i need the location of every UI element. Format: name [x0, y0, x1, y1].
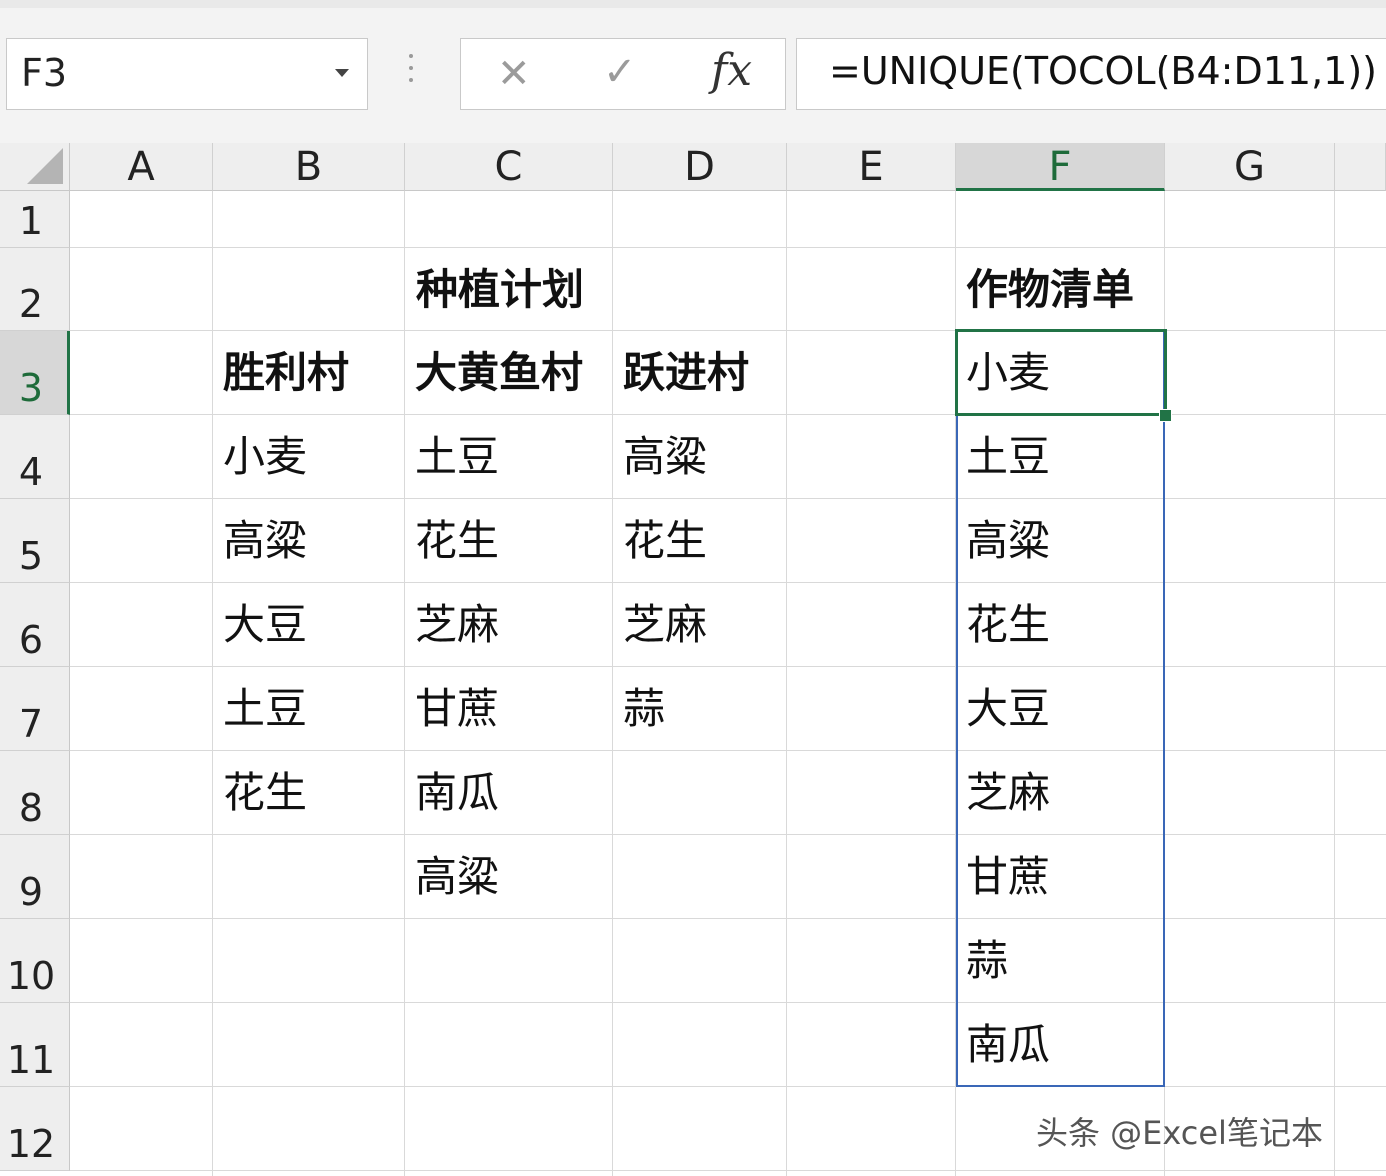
row-number: 2 — [18, 282, 44, 326]
row-header-4[interactable]: 4 — [0, 415, 70, 499]
cell-d7[interactable]: 蒜 — [623, 667, 665, 751]
column-header-a[interactable]: A — [70, 143, 213, 191]
cell-d4[interactable]: 高粱 — [623, 415, 707, 499]
cell-b8[interactable]: 花生 — [223, 751, 307, 835]
row-number: 4 — [18, 450, 44, 494]
column-header-f[interactable]: F — [956, 143, 1165, 191]
cell-b7[interactable]: 土豆 — [223, 667, 307, 751]
column-header-filler — [1335, 143, 1386, 191]
cell-b4[interactable]: 小麦 — [223, 415, 307, 499]
row-number: 3 — [18, 366, 44, 410]
spreadsheet-grid: A B C D E F G 1 2 3 4 5 6 7 8 9 10 11 12 种植计划 胜利村 大黄鱼村 跃进村 小麦 高粱… — [0, 143, 1386, 1176]
row-number: 1 — [18, 199, 44, 243]
column-header-c[interactable]: C — [405, 143, 613, 191]
row-number: 8 — [18, 786, 44, 830]
cell-list-title[interactable]: 作物清单 — [966, 248, 1134, 331]
row-header-6[interactable]: 6 — [0, 583, 70, 667]
cell-c4[interactable]: 土豆 — [415, 415, 499, 499]
spill-range-border — [956, 330, 1165, 1087]
gridline-vertical — [786, 191, 787, 1176]
column-header-g[interactable]: G — [1165, 143, 1335, 191]
gridline-vertical — [212, 191, 213, 1176]
watermark: 头条 @Excel笔记本 — [1036, 1114, 1323, 1152]
dropdown-arrow-icon[interactable] — [335, 69, 349, 77]
gridline-vertical — [1334, 191, 1335, 1176]
row-header-10[interactable]: 10 — [0, 919, 70, 1003]
gridline-vertical — [404, 191, 405, 1176]
cell-c7[interactable]: 甘蔗 — [415, 667, 499, 751]
cell-header-c[interactable]: 大黄鱼村 — [415, 331, 583, 415]
formula-area: F3 ✕ ✓ fx =UNIQUE(TOCOL(B4:D11,1)) — [0, 8, 1386, 143]
cell-header-d[interactable]: 跃进村 — [623, 331, 749, 415]
row-header-3[interactable]: 3 — [0, 331, 70, 415]
select-all-corner[interactable] — [0, 143, 70, 191]
gridline-horizontal — [70, 918, 1386, 919]
formula-buttons: ✕ ✓ fx — [460, 38, 786, 110]
row-number: 5 — [18, 534, 44, 578]
cell-plan-title[interactable]: 种植计划 — [213, 248, 787, 331]
row-header-9[interactable]: 9 — [0, 835, 70, 919]
name-box[interactable]: F3 — [6, 38, 368, 110]
row-header-5[interactable]: 5 — [0, 499, 70, 583]
row-header-8[interactable]: 8 — [0, 751, 70, 835]
active-cell-border — [955, 329, 1167, 416]
row-header-7[interactable]: 7 — [0, 667, 70, 751]
fill-handle[interactable] — [1159, 409, 1172, 422]
name-box-value: F3 — [21, 51, 68, 95]
resize-handle-icon[interactable] — [404, 54, 418, 94]
row-number: 7 — [18, 702, 44, 746]
row-number: 11 — [6, 1038, 56, 1082]
gridline-horizontal — [70, 1086, 1386, 1087]
row-number: 6 — [18, 618, 44, 662]
gridline-horizontal — [70, 1170, 1386, 1171]
cell-c8[interactable]: 南瓜 — [415, 751, 499, 835]
row-number: 9 — [18, 870, 44, 914]
formula-text: =UNIQUE(TOCOL(B4:D11,1)) — [829, 49, 1377, 93]
column-header-b[interactable]: B — [213, 143, 405, 191]
cell-d5[interactable]: 花生 — [623, 499, 707, 583]
cell-header-b[interactable]: 胜利村 — [223, 331, 349, 415]
row-header-1[interactable]: 1 — [0, 191, 70, 248]
cancel-icon[interactable]: ✕ — [497, 51, 531, 97]
column-header-d[interactable]: D — [613, 143, 787, 191]
cell-b5[interactable]: 高粱 — [223, 499, 307, 583]
row-number: 10 — [6, 954, 56, 998]
cell-d6[interactable]: 芝麻 — [623, 583, 707, 667]
enter-icon[interactable]: ✓ — [603, 49, 637, 95]
gridline-horizontal — [70, 1002, 1386, 1003]
column-header-e[interactable]: E — [787, 143, 956, 191]
row-header-11[interactable]: 11 — [0, 1003, 70, 1087]
cell-c5[interactable]: 花生 — [415, 499, 499, 583]
row-number: 12 — [6, 1122, 56, 1166]
cell-c9[interactable]: 高粱 — [415, 835, 499, 919]
fx-icon[interactable]: fx — [711, 45, 752, 96]
formula-input[interactable]: =UNIQUE(TOCOL(B4:D11,1)) — [796, 38, 1386, 110]
row-header-2[interactable]: 2 — [0, 248, 70, 331]
window-top-band — [0, 0, 1386, 8]
gridline-vertical — [612, 191, 613, 1176]
row-header-12[interactable]: 12 — [0, 1087, 70, 1171]
cell-c6[interactable]: 芝麻 — [415, 583, 499, 667]
cell-b6[interactable]: 大豆 — [223, 583, 307, 667]
